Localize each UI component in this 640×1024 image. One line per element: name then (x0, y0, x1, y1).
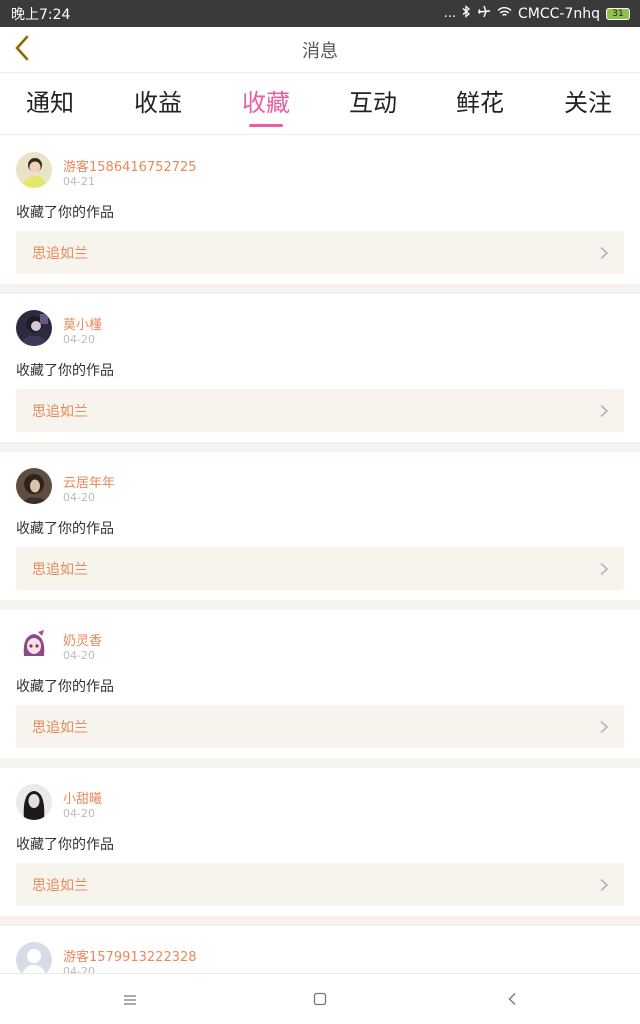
status-bar: 晚上7:24 ... CMCC-7nhq 31 (0, 0, 640, 27)
chevron-right-icon (598, 719, 610, 734)
bluetooth-icon (462, 5, 471, 22)
action-text: 收藏了你的作品 (16, 837, 114, 853)
timestamp: 04-20 (63, 807, 95, 820)
work-title: 思追如兰 (32, 404, 88, 420)
list-item: 奶灵香 04-20 收藏了你的作品 思追如兰 (0, 610, 640, 758)
avatar[interactable] (16, 310, 52, 346)
square-home-icon (313, 991, 327, 1010)
work-title: 思追如兰 (32, 720, 88, 736)
avatar[interactable] (16, 152, 52, 188)
divider (0, 916, 640, 926)
work-link[interactable]: 思追如兰 (16, 863, 624, 906)
action-text: 收藏了你的作品 (16, 205, 114, 221)
wifi-icon (497, 6, 512, 22)
work-link[interactable]: 思追如兰 (16, 705, 624, 748)
menu-button[interactable] (118, 990, 142, 1010)
timestamp: 04-20 (63, 491, 95, 504)
list-item: 云居年年 04-20 收藏了你的作品 思追如兰 (0, 452, 640, 600)
list-item: 游客1579913222328 04-20 (0, 926, 640, 973)
username[interactable]: 云居年年 (63, 472, 115, 491)
page-header: 消息 (0, 27, 640, 73)
list-item: 小甜曦 04-20 收藏了你的作品 思追如兰 (0, 768, 640, 916)
divider (0, 442, 640, 452)
tab-bar: 通知 收益 收藏 互动 鲜花 关注 (0, 73, 640, 135)
more-dots-icon: ... (443, 6, 456, 21)
home-button[interactable] (308, 990, 332, 1010)
tab-earnings[interactable]: 收益 (134, 83, 182, 123)
chevron-right-icon (598, 403, 610, 418)
timestamp: 04-20 (63, 333, 95, 346)
username[interactable]: 游客1579913222328 (63, 946, 197, 965)
battery-icon: 31 (606, 7, 630, 20)
action-text: 收藏了你的作品 (16, 521, 114, 537)
tab-favorites[interactable]: 收藏 (242, 83, 290, 123)
status-time: 晚上7:24 (11, 6, 71, 23)
tab-interactions[interactable]: 互动 (349, 83, 397, 123)
username[interactable]: 奶灵香 (63, 630, 102, 649)
tab-following[interactable]: 关注 (564, 83, 612, 123)
chevron-left-icon (13, 35, 31, 65)
chevron-right-icon (598, 877, 610, 892)
page-title: 消息 (302, 40, 338, 62)
system-nav-bar (0, 973, 640, 1024)
list-item: 游客1586416752725 04-21 收藏了你的作品 思追如兰 (0, 136, 640, 284)
work-link[interactable]: 思追如兰 (16, 231, 624, 274)
status-icons: ... CMCC-7nhq 31 (444, 5, 630, 22)
username[interactable]: 游客1586416752725 (63, 156, 197, 175)
username[interactable]: 小甜曦 (63, 788, 102, 807)
back-button[interactable] (8, 35, 36, 65)
system-back-button[interactable] (500, 990, 524, 1010)
action-text: 收藏了你的作品 (16, 363, 114, 379)
work-title: 思追如兰 (32, 878, 88, 894)
list-item: 莫小槿 04-20 收藏了你的作品 思追如兰 (0, 294, 640, 442)
divider (0, 758, 640, 768)
divider (0, 284, 640, 294)
carrier-name: CMCC-7nhq (518, 5, 600, 22)
tab-notifications[interactable]: 通知 (26, 83, 74, 123)
message-list: 游客1586416752725 04-21 收藏了你的作品 思追如兰 莫小槿 0… (0, 136, 640, 973)
work-link[interactable]: 思追如兰 (16, 389, 624, 432)
menu-icon (123, 991, 137, 1010)
action-text: 收藏了你的作品 (16, 679, 114, 695)
divider (0, 600, 640, 610)
timestamp: 04-20 (63, 649, 95, 662)
chevron-right-icon (598, 245, 610, 260)
work-title: 思追如兰 (32, 562, 88, 578)
username[interactable]: 莫小槿 (63, 314, 102, 333)
work-link[interactable]: 思追如兰 (16, 547, 624, 590)
work-title: 思追如兰 (32, 246, 88, 262)
avatar[interactable] (16, 942, 52, 973)
timestamp: 04-21 (63, 175, 95, 188)
active-tab-indicator (249, 124, 283, 127)
timestamp: 04-20 (63, 965, 95, 973)
triangle-back-icon (507, 991, 517, 1010)
avatar[interactable] (16, 784, 52, 820)
airplane-mode-icon (477, 5, 491, 22)
avatar[interactable] (16, 468, 52, 504)
tab-flowers[interactable]: 鲜花 (456, 83, 504, 123)
avatar[interactable] (16, 626, 52, 662)
chevron-right-icon (598, 561, 610, 576)
